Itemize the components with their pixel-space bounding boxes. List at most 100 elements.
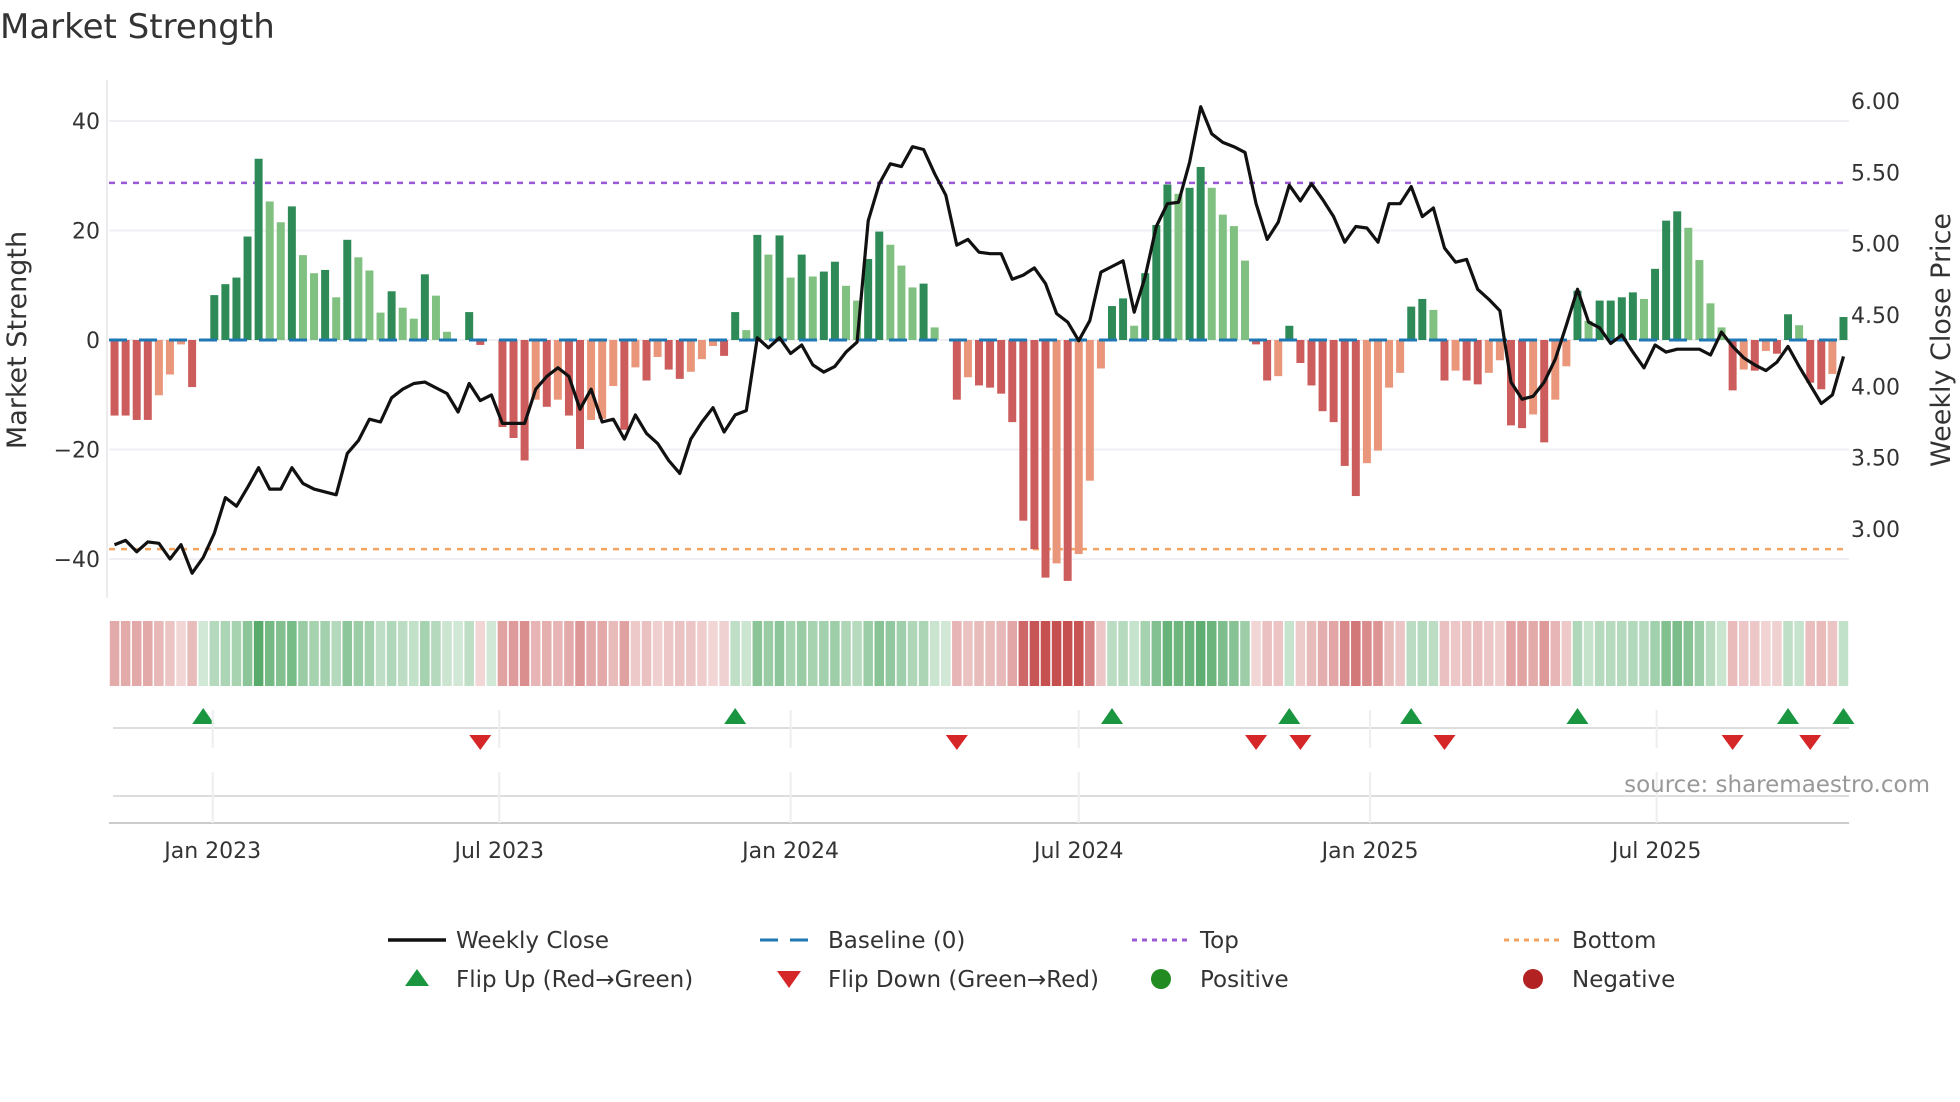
heat-strip-cell [896,621,907,686]
strength-bar [1052,340,1061,564]
y-tick-label: −20 [54,439,100,464]
heat-strip-cell [442,621,452,686]
heat-strip-cell [674,621,685,686]
heat-strip-cell [1051,621,1062,686]
strength-bar [1562,340,1571,367]
x-tick-label: Jul 2025 [1610,839,1702,864]
heat-strip-cell [952,621,962,686]
strength-bar [997,340,1006,394]
flip-markers [113,708,1855,797]
strength-bar [1806,340,1815,383]
strength-bar [1651,268,1660,340]
heat-strip-cell [1783,621,1793,686]
strength-bar [1706,303,1715,340]
strength-bar [1218,214,1227,340]
strength-bar [697,340,706,360]
heat-strip-cell [1517,621,1527,686]
y-right-tick-label: 5.50 [1851,161,1900,186]
strength-bar [930,327,939,340]
heat-strip-cell [209,621,220,686]
heat-strip-cell [1384,621,1394,686]
heat-strip-cell [1794,621,1804,686]
heat-strip-cell [1539,621,1549,686]
strength-bar [1085,340,1094,481]
heat-strip-cell [1362,621,1372,686]
strength-bar [675,340,684,379]
heat-strip-cell [1827,621,1838,686]
strength-bar [1662,220,1671,340]
strength-bar [165,340,174,375]
y-right-tick-label: 6.00 [1851,90,1900,115]
strength-bar [154,340,163,396]
legend-label: Top [1199,928,1239,954]
strength-bar [797,254,806,340]
heat-strip-cell [1306,621,1317,686]
legend-item: Top [1132,928,1239,954]
strength-bar [465,312,474,340]
strength-bar [343,239,352,340]
strength-bar [1074,340,1083,555]
heat-strip-cell [1328,621,1339,686]
strength-bar [1263,340,1272,381]
heat-strip-cell [1406,621,1416,686]
heat-strip-cell [1727,621,1738,686]
heat-strip-cell [109,621,120,686]
strength-bar [1229,226,1238,340]
heat-strip-cell [1240,621,1250,686]
x-axis: Jan 2023 Jul 2023 Jan 2024 Jul 2024 Jan 2025… [109,710,1849,864]
strength-bar [1307,340,1316,386]
strength-bar [1473,340,1482,385]
chart-title: Market Strength [0,7,275,47]
strength-bar [908,287,917,340]
strength-bar [1274,340,1283,377]
strength-bar [753,234,762,340]
heat-strip-cell [686,621,696,686]
heat-strip-cell [719,621,729,686]
heat-strip-cell [1085,621,1095,686]
strength-bar [764,254,773,340]
strength-bar [952,340,961,400]
heat-strip-cell [453,621,463,686]
heat-strip-cell [431,621,441,686]
x-tick-label: Jan 2025 [1320,839,1419,864]
y-tick-label: 20 [72,220,100,245]
strength-bar [1518,340,1527,429]
strength-bar [1119,298,1128,340]
heat-strip-cell [1173,621,1184,686]
strength-bar [897,265,906,340]
flip-down-marker [1433,735,1456,750]
heat-strip-cell [619,621,630,686]
y-right-tick-label: 4.00 [1851,375,1900,400]
heat-strip-cell [242,621,253,686]
strength-bar [819,271,828,340]
heat-strip-cell [1007,621,1018,686]
heat-strip-cell [475,621,486,686]
heat-strip-cell [652,621,663,686]
strength-bar [321,269,330,340]
legend-label: Negative [1572,967,1675,993]
heat-strip-cell [863,621,873,686]
circle-icon [1523,969,1543,989]
heat-strip-cell [1750,621,1760,686]
heat-strip-cell [1650,621,1660,686]
heat-strip-cell [287,621,297,686]
heat-strip-cell [1018,621,1029,686]
heat-strip-cell [131,621,142,686]
heat-strip-cell [1229,621,1239,686]
strength-bar [132,340,141,420]
heat-strip-cell [176,621,186,686]
heat-strip-cell [1162,621,1173,686]
heat-strip-cell [1805,621,1815,686]
heat-strip-cell [220,621,231,686]
heat-strip [109,621,1849,686]
heat-strip-cell [597,621,607,686]
heat-strip-cell [1428,621,1439,686]
heat-strip-cell [353,621,364,686]
heat-strip-cell [730,621,740,686]
heat-strip-cell [807,621,818,686]
strength-bar [376,312,385,340]
heat-strip-cell [1639,621,1649,686]
heat-strip-cell [1461,621,1472,686]
strength-bar [1373,340,1382,451]
strength-bar [919,283,928,340]
